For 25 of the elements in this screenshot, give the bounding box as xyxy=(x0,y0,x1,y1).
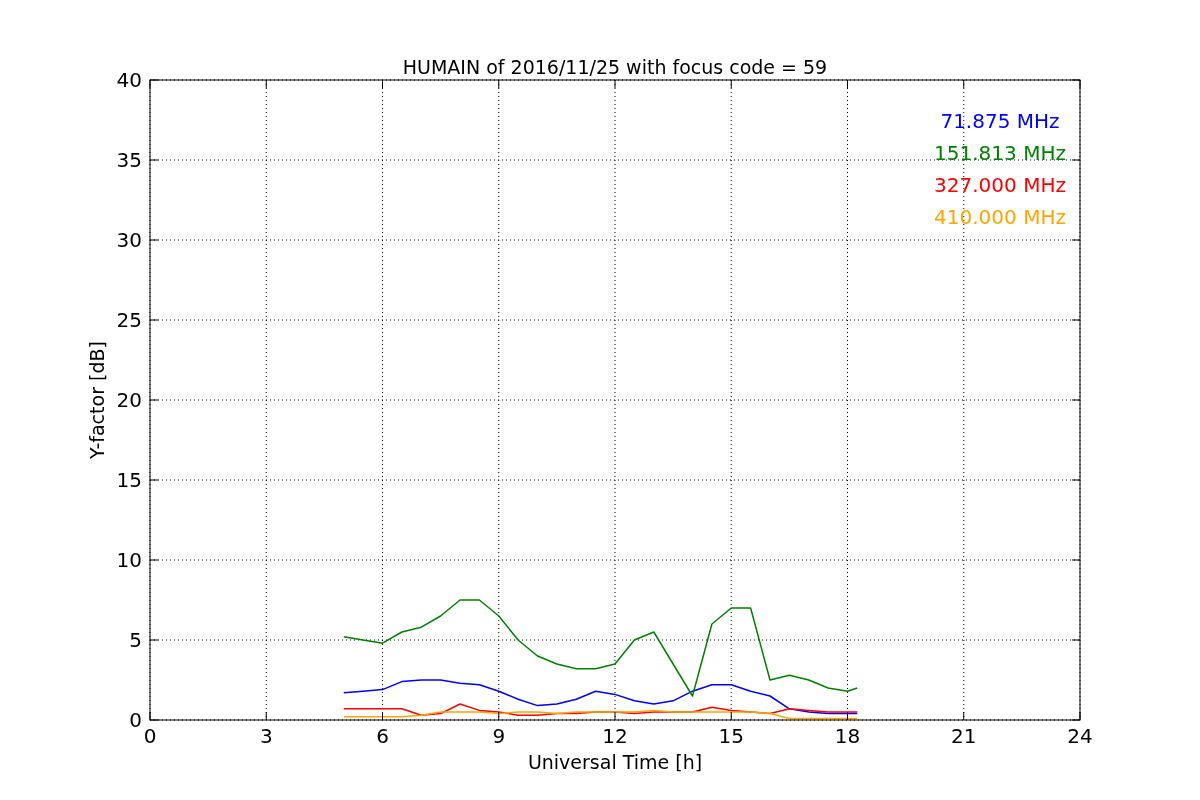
x-axis-label: Universal Time [h] xyxy=(527,751,703,773)
legend-label: 410.000 MHz xyxy=(934,205,1066,229)
y-tick-label: 10 xyxy=(116,548,142,572)
x-tick-label: 6 xyxy=(376,724,389,748)
x-tick-label: 0 xyxy=(143,724,157,748)
legend-label: 327.000 MHz xyxy=(934,173,1066,197)
legend-label: 151.813 MHz xyxy=(934,141,1066,165)
x-tick-label: 18 xyxy=(834,724,861,748)
chart-title: HUMAIN of 2016/11/25 with focus code = 59 xyxy=(402,56,828,78)
x-tick-label: 12 xyxy=(602,724,628,748)
y-tick-label: 0 xyxy=(129,708,142,732)
y-tick-label: 5 xyxy=(129,628,142,652)
legend-label: 71.875 MHz xyxy=(940,109,1060,133)
y-tick-label: 15 xyxy=(116,468,142,492)
y-tick-label: 35 xyxy=(116,148,142,172)
x-tick-label: 3 xyxy=(259,724,273,748)
x-tick-label: 21 xyxy=(951,724,977,748)
y-tick-label: 20 xyxy=(116,388,142,412)
y-axis-label: Y-factor [dB] xyxy=(86,341,108,459)
y-tick-label: 40 xyxy=(116,68,142,92)
x-tick-label: 15 xyxy=(718,724,744,748)
x-tick-label: 24 xyxy=(1067,724,1093,748)
y-tick-label: 30 xyxy=(116,228,142,252)
y-tick-label: 25 xyxy=(116,308,142,332)
x-tick-label: 9 xyxy=(492,724,506,748)
